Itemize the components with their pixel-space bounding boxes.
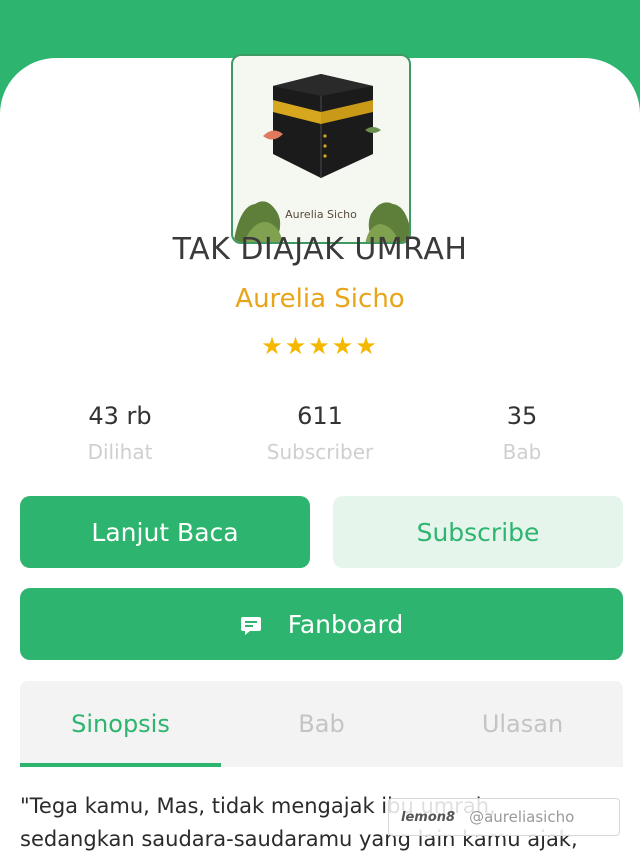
cover-author-text: Aurelia Sicho bbox=[285, 208, 357, 221]
chat-bubble-icon bbox=[240, 614, 262, 635]
tab-sinopsis[interactable]: Sinopsis bbox=[20, 681, 221, 767]
star-icon: ★ bbox=[261, 333, 285, 360]
star-icon: ★ bbox=[331, 333, 356, 360]
watermark-handle: @aureliasicho bbox=[469, 808, 575, 826]
stat-views: 43 rb Dilihat bbox=[20, 402, 220, 464]
stat-subscribers: 611 Subscriber bbox=[220, 402, 420, 464]
continue-reading-button[interactable]: Lanjut Baca bbox=[20, 496, 310, 568]
lemon8-logo: lemon8 bbox=[401, 809, 456, 825]
continue-reading-label: Lanjut Baca bbox=[91, 517, 239, 547]
book-author[interactable]: Aurelia Sicho bbox=[0, 284, 640, 314]
tab-label: Sinopsis bbox=[71, 710, 170, 738]
stat-chapters: 35 Bab bbox=[422, 402, 622, 464]
subscribe-button[interactable]: Subscribe bbox=[333, 496, 623, 568]
stat-label: Bab bbox=[502, 440, 542, 464]
stat-value: 35 bbox=[506, 402, 538, 430]
tab-label: Bab bbox=[298, 710, 345, 738]
tab-ulasan[interactable]: Ulasan bbox=[422, 681, 623, 767]
book-title: TAK DIAJAK UMRAH bbox=[172, 232, 468, 267]
book-cover[interactable]: Aurelia Sicho bbox=[231, 54, 411, 244]
fanboard-button[interactable]: Fanboard bbox=[20, 588, 623, 660]
stat-label: Dilihat bbox=[87, 440, 153, 464]
stat-value: 611 bbox=[297, 402, 343, 430]
subscribe-label: Subscribe bbox=[416, 517, 540, 547]
tab-label: Ulasan bbox=[481, 710, 564, 738]
fanboard-label: Fanboard bbox=[287, 609, 404, 639]
tab-bab[interactable]: Bab bbox=[221, 681, 422, 767]
star-icon: ★ bbox=[355, 333, 379, 360]
book-tabs: Sinopsis Bab Ulasan bbox=[20, 681, 623, 767]
stat-value: 43 rb bbox=[88, 402, 152, 430]
star-icon: ★ bbox=[308, 333, 332, 360]
stat-label: Subscriber bbox=[266, 440, 374, 464]
star-icon: ★ bbox=[284, 333, 309, 360]
rating-stars: ★★★★★ bbox=[0, 332, 640, 361]
lemon8-watermark: lemon8 @aureliasicho bbox=[388, 798, 620, 836]
active-tab-indicator bbox=[20, 763, 221, 767]
